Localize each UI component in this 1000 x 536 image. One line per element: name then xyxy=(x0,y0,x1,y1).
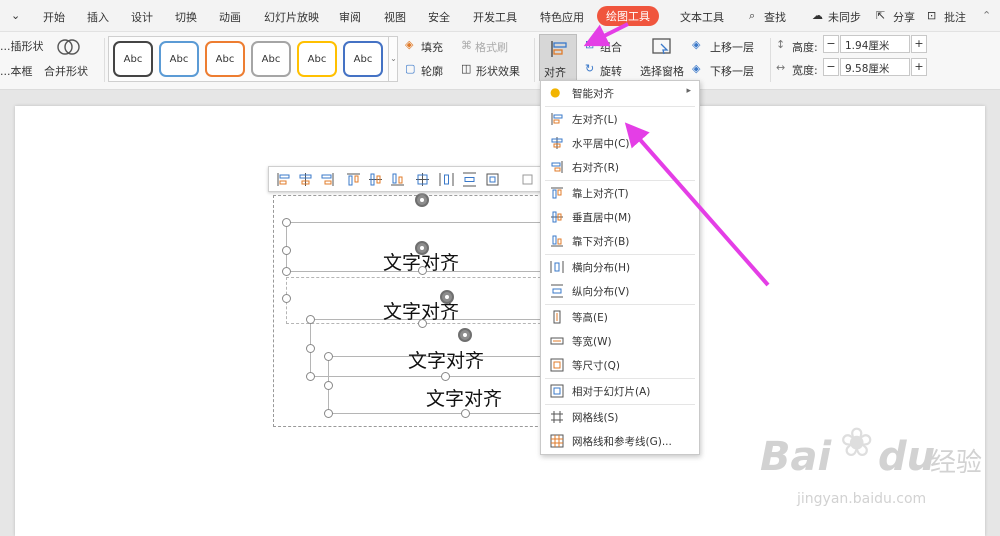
paw-icon: ❀ xyxy=(840,420,874,466)
arrow-to-align-left xyxy=(624,122,770,287)
arrow-to-align-button xyxy=(583,22,629,47)
